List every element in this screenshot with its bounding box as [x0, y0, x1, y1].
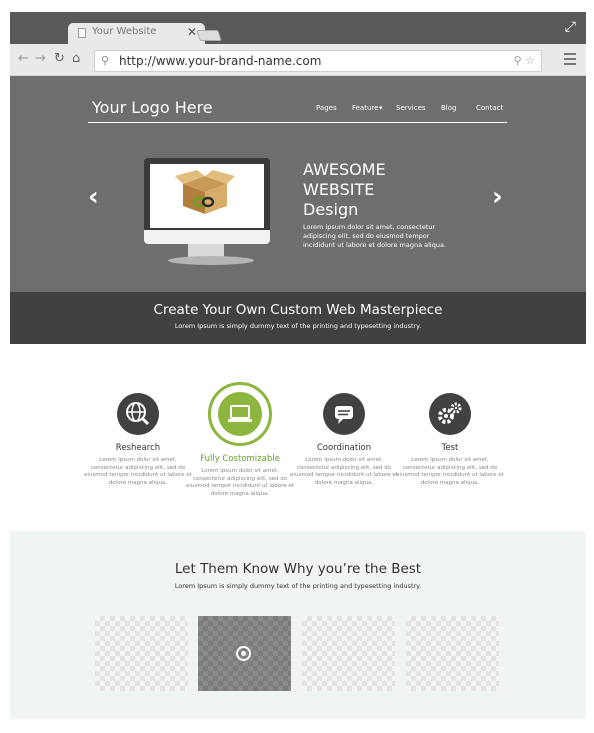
image-placeholder-4[interactable]	[406, 616, 499, 691]
home-icon[interactable]: ⌂	[72, 52, 80, 66]
gears-icon	[429, 393, 471, 435]
close-tab-icon[interactable]: ✕	[187, 25, 197, 39]
nav-divider	[88, 122, 507, 123]
address-bar[interactable]: ⚲ http://www.your-brand-name.com ⚲ ☆	[94, 50, 542, 72]
image-placeholder-2[interactable]	[198, 616, 291, 691]
feature-coordination[interactable]: Coordination Lorem ipsum dolor sit amet,…	[289, 393, 399, 487]
hero-headline-2: WEBSITE	[303, 180, 375, 199]
chevron-down-icon[interactable]: ▾	[379, 104, 383, 112]
slider-prev-icon[interactable]: ‹	[88, 184, 99, 210]
feature-text: Lorem ipsum dolor sit amet, consectetur …	[290, 457, 398, 486]
monitor-base	[168, 256, 254, 265]
feature-customizable[interactable]: Fully Costomizable Lorem ipsum dolor sit…	[185, 382, 295, 498]
hero-headline-1: AWESOME	[303, 160, 386, 179]
nav-feature[interactable]: Feature	[352, 104, 378, 112]
fullscreen-icon[interactable]: ⤢	[565, 19, 576, 35]
document-icon	[78, 28, 86, 38]
zoom-star-icons[interactable]: ⚲ ☆	[514, 54, 535, 67]
browser-toolbar: ← → ↻ ⌂ ⚲ http://www.your-brand-name.com…	[10, 44, 586, 76]
url-text: http://www.your-brand-name.com	[119, 54, 322, 68]
menu-icon[interactable]	[564, 53, 576, 68]
monitor-chin	[144, 230, 270, 244]
banner-title: Create Your Own Custom Web Masterpiece	[153, 302, 443, 318]
nav-pages[interactable]: Pages	[316, 104, 337, 112]
forward-icon[interactable]: →	[35, 52, 46, 66]
box-logo-icon	[175, 170, 235, 214]
banner-subtitle: Lorem Ipsum is simply dummy text of the …	[174, 322, 422, 330]
back-icon[interactable]: ←	[18, 52, 29, 66]
showcase-subtitle: Lorem Ipsum is simply dummy text of the …	[174, 582, 422, 590]
showcase-section: Let Them Know Why you’re the Best Lorem …	[10, 531, 586, 719]
tab-title: Your Website	[92, 26, 157, 37]
search-icon: ⚲	[101, 54, 110, 67]
showcase-title: Let Them Know Why you’re the Best	[174, 561, 422, 577]
new-tab-button[interactable]	[196, 30, 222, 41]
nav-services[interactable]: Services	[396, 104, 426, 112]
laptop-icon	[218, 392, 262, 436]
feature-title: Coordination	[316, 443, 372, 453]
nav-contact[interactable]: Contact	[476, 104, 503, 112]
hero-section: Your Logo Here Pages Feature ▾ Services …	[10, 76, 586, 303]
image-placeholder-3[interactable]	[302, 616, 395, 691]
chat-bubble-icon	[323, 393, 365, 435]
reload-icon[interactable]: ↻	[54, 52, 65, 66]
feature-title: Test	[441, 443, 459, 453]
features-section: Reshearch Lorem ipsum dolor sit amet, co…	[0, 380, 594, 510]
site-logo[interactable]: Your Logo Here	[92, 98, 213, 117]
slider-next-icon[interactable]: ›	[492, 184, 503, 210]
feature-highlight-ring	[208, 382, 272, 446]
feature-text: Lorem ipsum dolor sit amet, consectetur …	[186, 468, 294, 497]
feature-test[interactable]: Test Lorem ipsum dolor sit amet, consect…	[395, 393, 505, 487]
hero-headline-3: Design	[303, 200, 359, 219]
title-bar: Your Website ✕ ⤢	[10, 12, 586, 44]
hero-body: Lorem ipsum dolor sit amet, consectetur …	[303, 223, 447, 249]
feature-text: Lorem ipsum dolor sit amet, consectetur …	[396, 457, 504, 486]
browser-tab[interactable]: Your Website ✕	[68, 23, 205, 44]
banner: Create Your Own Custom Web Masterpiece L…	[10, 292, 586, 344]
image-placeholder-1[interactable]	[95, 616, 188, 691]
play-icon[interactable]	[236, 646, 251, 661]
feature-research[interactable]: Reshearch Lorem ipsum dolor sit amet, co…	[83, 393, 193, 487]
browser-window: Your Website ✕ ⤢ ← → ↻ ⌂ ⚲ http://www.yo…	[10, 12, 586, 344]
feature-title: Reshearch	[115, 443, 161, 453]
nav-blog[interactable]: Blog	[441, 104, 456, 112]
feature-text: Lorem ipsum dolor sit amet, consectetur …	[84, 457, 192, 486]
globe-search-icon	[117, 393, 159, 435]
feature-title: Fully Costomizable	[200, 454, 280, 464]
hero-text: AWESOME WEBSITE Design Lorem ipsum dolor…	[303, 160, 463, 250]
